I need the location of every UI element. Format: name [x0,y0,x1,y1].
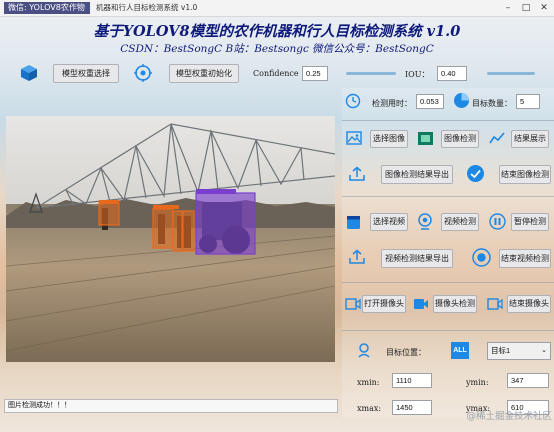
open-camera-button[interactable]: 打开摄像头 [362,295,406,313]
page-subtitle: CSDN：BestSongC B站：Bestsongc 微信公众号：BestSo… [120,43,434,55]
iou-label: IOU： [405,70,430,79]
image-icon [346,131,362,145]
target-position-label: 目标位置： [386,348,426,357]
iou-input[interactable]: 0.40 [437,66,467,81]
time-value: 0.053 [416,94,444,109]
page-title: 基于YOLOV8模型的农作机器和行人目标检测系统 v1.0 [93,23,461,40]
upload-icon [349,249,365,264]
count-label: 目标数量： [472,99,512,108]
stop-circle-icon [472,248,491,267]
confidence-input[interactable]: 0.25 [302,66,328,81]
select-image-button[interactable]: 选择图像 [370,130,408,148]
title-bar: 微信: YOLOV8农作物 机器和行人目标检测系统 v1.0 – □ ✕ [0,0,554,17]
xmax-label: xmax: [357,404,382,413]
clock-icon [345,93,361,109]
divider [342,196,554,197]
window-badge: 微信: YOLOV8农作物 [4,2,90,14]
check-circle-icon [467,165,484,182]
image-detect-button[interactable]: 图像检测 [441,130,479,148]
ymin-label: ymin: [466,378,489,387]
maximize-icon[interactable]: □ [518,1,534,15]
end-camera-button[interactable]: 结束摄像头 [507,295,551,313]
image-detect-icon [418,132,433,145]
target-icon [134,64,152,82]
end-video-detect-button[interactable]: 结束视频检测 [499,249,551,268]
divider [342,282,554,283]
init-weights-button[interactable]: 模型权重初始化 [169,64,239,83]
camera-detect-button[interactable]: 摄像头检测 [433,295,477,313]
chevron-down-icon: ⌄ [541,347,547,354]
select-video-button[interactable]: 选择视频 [370,213,408,231]
camera-outline-icon [345,298,361,310]
count-value: 5 [516,94,540,109]
video-camera-icon [414,299,428,309]
webcam-icon [418,213,432,230]
end-image-detect-button[interactable]: 结束图像检测 [499,165,551,184]
pause-detect-button[interactable]: 暂停检测 [511,213,549,231]
target-select-dropdown[interactable]: 目标1 ⌄ [487,342,551,360]
all-icon: ALL [451,342,469,359]
video-detect-button[interactable]: 视频检测 [441,213,479,231]
window-title: 机器和行人目标检测系统 v1.0 [96,3,198,12]
pie-chart-icon [454,93,469,108]
cube-icon [21,65,37,81]
xmax-input: 1450 [392,400,432,415]
confidence-slider[interactable] [346,72,396,75]
export-video-result-button[interactable]: 视频检测结果导出 [381,249,453,268]
target-select-value: 目标1 [491,346,511,355]
location-pin-icon [358,343,370,358]
divider [342,120,554,121]
minimize-icon[interactable]: – [500,1,516,15]
video-file-icon [347,216,360,229]
detection-image [6,116,335,362]
pause-icon [489,213,506,230]
watermark: @稀土掘金技术社区 [466,411,552,422]
export-image-result-button[interactable]: 图像检测结果导出 [381,165,453,184]
iou-slider[interactable] [487,72,535,75]
upload-icon [349,166,365,181]
divider [342,330,554,331]
close-icon[interactable]: ✕ [536,1,552,15]
show-result-button[interactable]: 结果展示 [511,130,549,148]
confidence-label: Confidence [253,69,299,78]
ymin-input: 347 [507,373,549,388]
trend-chart-icon [489,132,505,144]
time-label: 检测用时： [372,99,412,108]
camera-off-icon [487,298,503,310]
field-photo [6,116,335,362]
select-weights-button[interactable]: 模型权重选择 [53,64,119,83]
status-bar: 图片检测成功！！！ [4,399,338,413]
xmin-input: 1110 [392,373,432,388]
xmin-label: xmin: [357,378,380,387]
